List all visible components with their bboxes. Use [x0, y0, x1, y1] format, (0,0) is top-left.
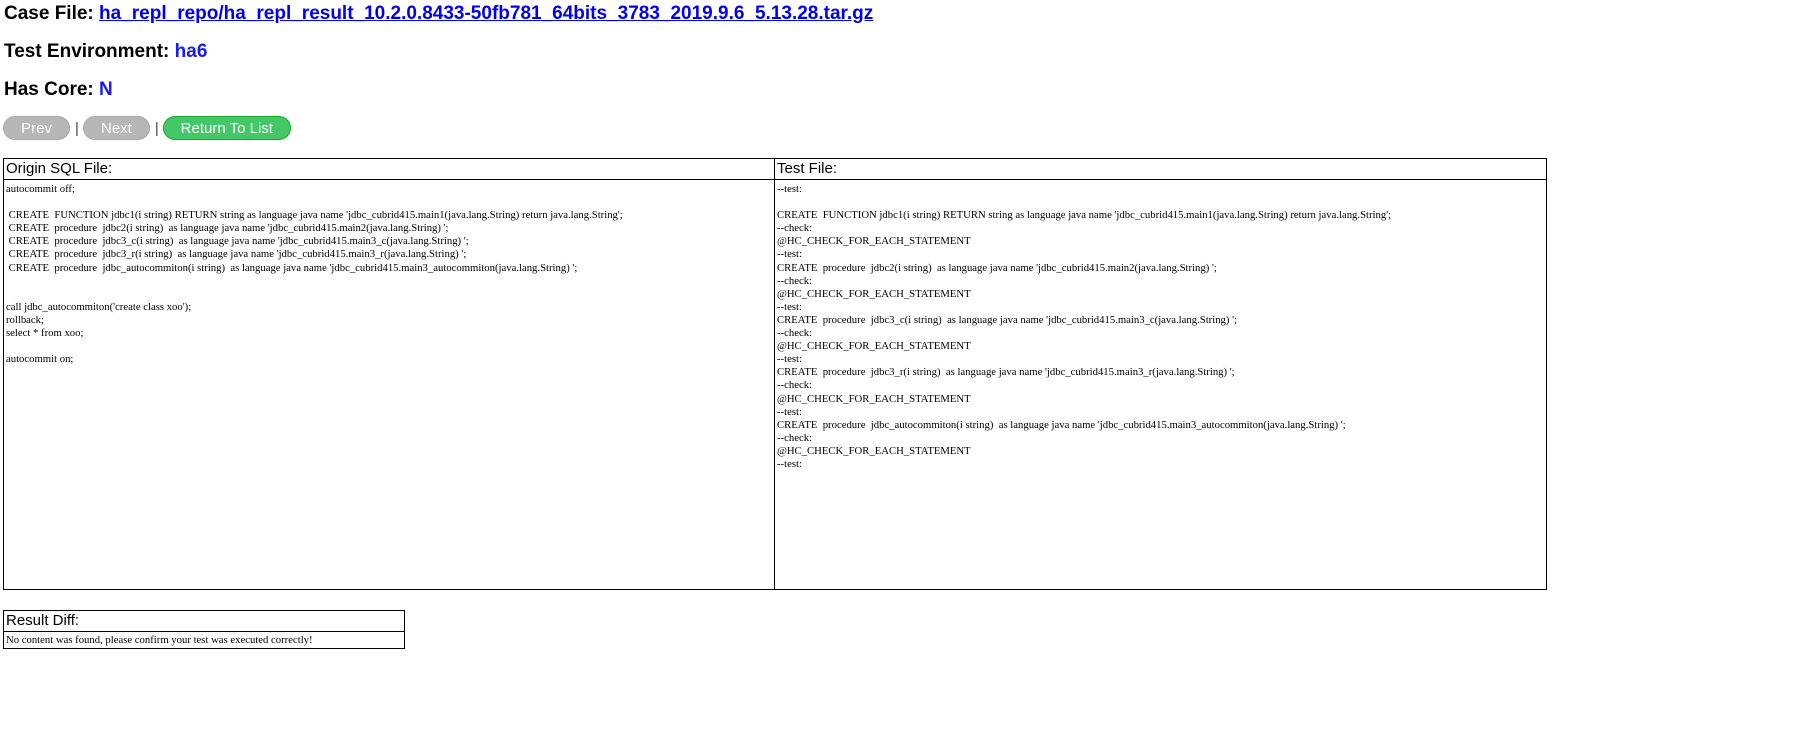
origin-sql-content: autocommit off; CREATE FUNCTION jdbc1(i …	[6, 183, 623, 366]
case-file-line: Case File: ha_repl_repo/ha_repl_result_1…	[4, 3, 873, 25]
test-environment-line: Test Environment: ha6	[4, 41, 207, 63]
file-comparison-table: Origin SQL File: Test File: autocommit o…	[3, 158, 1547, 590]
result-diff-table: Result Diff: No content was found, pleas…	[3, 610, 405, 649]
return-to-list-button[interactable]: Return To List	[162, 116, 291, 140]
test-file-content: --test: CREATE FUNCTION jdbc1(i string) …	[777, 183, 1392, 470]
case-file-label: Case File:	[4, 3, 94, 24]
result-diff-message: No content was found, please confirm you…	[3, 631, 405, 649]
result-diff-header: Result Diff:	[3, 610, 405, 632]
has-core-value: N	[99, 79, 113, 100]
nav-separator: |	[75, 119, 79, 137]
has-core-line: Has Core: N	[4, 79, 113, 101]
nav-separator: |	[154, 119, 159, 137]
case-file-link[interactable]: ha_repl_repo/ha_repl_result_10.2.0.8433-…	[99, 3, 873, 24]
prev-button[interactable]: Prev	[3, 116, 70, 140]
test-environment-label: Test Environment:	[4, 41, 170, 62]
test-environment-value: ha6	[174, 41, 208, 62]
test-file-header: Test File:	[774, 158, 1547, 180]
origin-sql-panel: autocommit off; CREATE FUNCTION jdbc1(i …	[3, 179, 775, 590]
next-button[interactable]: Next	[82, 116, 150, 140]
has-core-label: Has Core:	[4, 79, 94, 100]
test-file-panel: --test: CREATE FUNCTION jdbc1(i string) …	[774, 179, 1547, 590]
navigation-bar: Prev | Next | Return To List	[3, 116, 291, 140]
origin-sql-header: Origin SQL File:	[3, 158, 775, 180]
